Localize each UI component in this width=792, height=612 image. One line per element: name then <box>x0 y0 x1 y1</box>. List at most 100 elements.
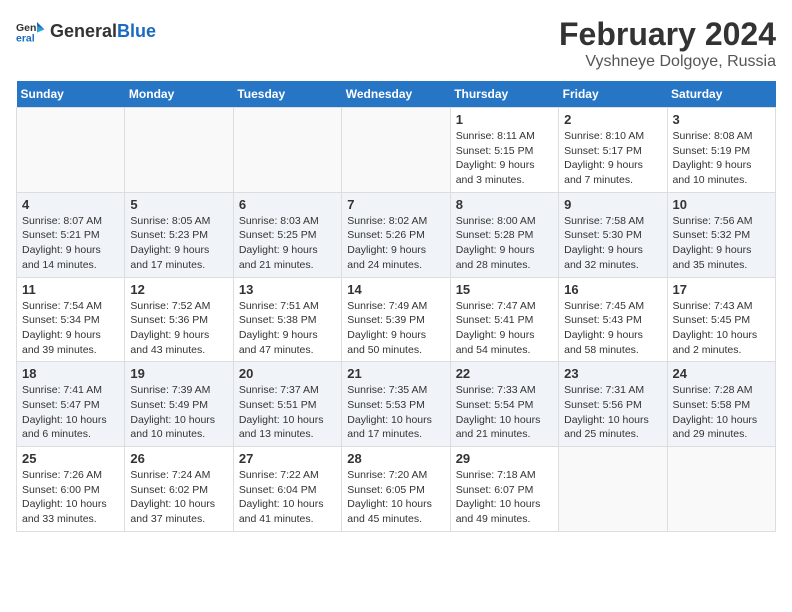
day-number: 15 <box>456 282 553 297</box>
calendar-cell: 2 Sunrise: 8:10 AM Sunset: 5:17 PM Daylig… <box>559 108 667 193</box>
day-number: 10 <box>673 197 770 212</box>
calendar-cell: 26 Sunrise: 7:24 AM Sunset: 6:02 PM Dayli… <box>125 447 233 532</box>
calendar-week-row: 18Sunrise: 7:41 AM Sunset: 5:47 PM Dayli… <box>17 362 776 447</box>
calendar-cell <box>667 447 775 532</box>
day-number: 24 <box>673 366 770 381</box>
weekday-header-saturday: Saturday <box>667 81 775 108</box>
calendar-cell: 29 Sunrise: 7:18 AM Sunset: 6:07 PM Dayli… <box>450 447 558 532</box>
day-number: 22 <box>456 366 553 381</box>
weekday-header-sunday: Sunday <box>17 81 125 108</box>
calendar-table: SundayMondayTuesdayWednesdayThursdayFrid… <box>16 81 776 532</box>
calendar-cell: 10 Sunrise: 7:56 AM Sunset: 5:32 PM Dayli… <box>667 192 775 277</box>
day-info: Sunrise: 7:31 AM Sunset: 5:56 PM Dayligh… <box>564 383 661 442</box>
day-info: Sunrise: 8:05 AM Sunset: 5:23 PM Dayligh… <box>130 214 227 273</box>
day-info: Sunrise: 7:51 AM Sunset: 5:38 PM Dayligh… <box>239 299 336 358</box>
day-info: Sunrise: 7:22 AM Sunset: 6:04 PM Dayligh… <box>239 468 336 527</box>
day-info: Sunrise: 7:26 AM Sunset: 6:00 PM Dayligh… <box>22 468 119 527</box>
day-number: 29 <box>456 451 553 466</box>
day-number: 21 <box>347 366 444 381</box>
calendar-cell: 7 Sunrise: 8:02 AM Sunset: 5:26 PM Daylig… <box>342 192 450 277</box>
calendar-cell: 13 Sunrise: 7:51 AM Sunset: 5:38 PM Dayli… <box>233 277 341 362</box>
day-info: Sunrise: 7:35 AM Sunset: 5:53 PM Dayligh… <box>347 383 444 442</box>
calendar-cell: 27Sunrise: 7:22 AM Sunset: 6:04 PM Dayli… <box>233 447 341 532</box>
weekday-header-wednesday: Wednesday <box>342 81 450 108</box>
calendar-cell: 5 Sunrise: 8:05 AM Sunset: 5:23 PM Daylig… <box>125 192 233 277</box>
day-number: 5 <box>130 197 227 212</box>
calendar-cell: 6 Sunrise: 8:03 AM Sunset: 5:25 PM Daylig… <box>233 192 341 277</box>
day-number: 26 <box>130 451 227 466</box>
day-number: 6 <box>239 197 336 212</box>
calendar-cell: 1 Sunrise: 8:11 AM Sunset: 5:15 PM Daylig… <box>450 108 558 193</box>
day-info: Sunrise: 7:33 AM Sunset: 5:54 PM Dayligh… <box>456 383 553 442</box>
day-number: 9 <box>564 197 661 212</box>
weekday-header-friday: Friday <box>559 81 667 108</box>
calendar-cell <box>125 108 233 193</box>
day-number: 19 <box>130 366 227 381</box>
day-info: Sunrise: 7:28 AM Sunset: 5:58 PM Dayligh… <box>673 383 770 442</box>
calendar-cell: 18Sunrise: 7:41 AM Sunset: 5:47 PM Dayli… <box>17 362 125 447</box>
day-number: 1 <box>456 112 553 127</box>
calendar-cell: 21 Sunrise: 7:35 AM Sunset: 5:53 PM Dayli… <box>342 362 450 447</box>
day-number: 16 <box>564 282 661 297</box>
logo: Gen eral GeneralBlue <box>16 16 156 46</box>
day-number: 3 <box>673 112 770 127</box>
main-title: February 2024 <box>559 16 776 53</box>
weekday-header-monday: Monday <box>125 81 233 108</box>
sub-title: Vyshneye Dolgoye, Russia <box>559 53 776 71</box>
calendar-cell: 25 Sunrise: 7:26 AM Sunset: 6:00 PM Dayli… <box>17 447 125 532</box>
day-info: Sunrise: 8:11 AM Sunset: 5:15 PM Dayligh… <box>456 129 553 188</box>
day-number: 7 <box>347 197 444 212</box>
calendar-cell: 3 Sunrise: 8:08 AM Sunset: 5:19 PM Daylig… <box>667 108 775 193</box>
day-info: Sunrise: 7:18 AM Sunset: 6:07 PM Dayligh… <box>456 468 553 527</box>
calendar-cell <box>233 108 341 193</box>
day-info: Sunrise: 7:37 AM Sunset: 5:51 PM Dayligh… <box>239 383 336 442</box>
day-number: 11 <box>22 282 119 297</box>
day-info: Sunrise: 8:08 AM Sunset: 5:19 PM Dayligh… <box>673 129 770 188</box>
day-number: 25 <box>22 451 119 466</box>
logo-text: GeneralBlue <box>50 21 156 42</box>
day-info: Sunrise: 7:24 AM Sunset: 6:02 PM Dayligh… <box>130 468 227 527</box>
calendar-cell: 20 Sunrise: 7:37 AM Sunset: 5:51 PM Dayli… <box>233 362 341 447</box>
day-number: 13 <box>239 282 336 297</box>
day-number: 23 <box>564 366 661 381</box>
logo-general: General <box>50 21 117 41</box>
logo-blue: Blue <box>117 21 156 41</box>
day-info: Sunrise: 7:43 AM Sunset: 5:45 PM Dayligh… <box>673 299 770 358</box>
weekday-header-tuesday: Tuesday <box>233 81 341 108</box>
day-info: Sunrise: 8:03 AM Sunset: 5:25 PM Dayligh… <box>239 214 336 273</box>
day-info: Sunrise: 7:41 AM Sunset: 5:47 PM Dayligh… <box>22 383 119 442</box>
day-info: Sunrise: 7:58 AM Sunset: 5:30 PM Dayligh… <box>564 214 661 273</box>
calendar-cell <box>559 447 667 532</box>
day-number: 2 <box>564 112 661 127</box>
day-number: 14 <box>347 282 444 297</box>
day-info: Sunrise: 8:10 AM Sunset: 5:17 PM Dayligh… <box>564 129 661 188</box>
logo-icon: Gen eral <box>16 16 46 46</box>
day-info: Sunrise: 7:56 AM Sunset: 5:32 PM Dayligh… <box>673 214 770 273</box>
calendar-week-row: 11 Sunrise: 7:54 AM Sunset: 5:34 PM Dayli… <box>17 277 776 362</box>
calendar-cell: 28Sunrise: 7:20 AM Sunset: 6:05 PM Dayli… <box>342 447 450 532</box>
calendar-cell: 15 Sunrise: 7:47 AM Sunset: 5:41 PM Dayli… <box>450 277 558 362</box>
calendar-cell: 17Sunrise: 7:43 AM Sunset: 5:45 PM Dayli… <box>667 277 775 362</box>
calendar-cell: 24 Sunrise: 7:28 AM Sunset: 5:58 PM Dayli… <box>667 362 775 447</box>
day-number: 28 <box>347 451 444 466</box>
day-info: Sunrise: 8:00 AM Sunset: 5:28 PM Dayligh… <box>456 214 553 273</box>
calendar-cell: 23 Sunrise: 7:31 AM Sunset: 5:56 PM Dayli… <box>559 362 667 447</box>
title-section: February 2024 Vyshneye Dolgoye, Russia <box>559 16 776 71</box>
calendar-cell: 19Sunrise: 7:39 AM Sunset: 5:49 PM Dayli… <box>125 362 233 447</box>
calendar-week-row: 25 Sunrise: 7:26 AM Sunset: 6:00 PM Dayli… <box>17 447 776 532</box>
day-info: Sunrise: 7:52 AM Sunset: 5:36 PM Dayligh… <box>130 299 227 358</box>
header: Gen eral GeneralBlue February 2024 Vyshn… <box>16 16 776 71</box>
weekday-header-row: SundayMondayTuesdayWednesdayThursdayFrid… <box>17 81 776 108</box>
calendar-cell <box>17 108 125 193</box>
day-info: Sunrise: 8:02 AM Sunset: 5:26 PM Dayligh… <box>347 214 444 273</box>
calendar-cell: 9 Sunrise: 7:58 AM Sunset: 5:30 PM Daylig… <box>559 192 667 277</box>
day-info: Sunrise: 7:54 AM Sunset: 5:34 PM Dayligh… <box>22 299 119 358</box>
day-number: 20 <box>239 366 336 381</box>
day-info: Sunrise: 8:07 AM Sunset: 5:21 PM Dayligh… <box>22 214 119 273</box>
calendar-cell: 11 Sunrise: 7:54 AM Sunset: 5:34 PM Dayli… <box>17 277 125 362</box>
calendar-cell: 12Sunrise: 7:52 AM Sunset: 5:36 PM Dayli… <box>125 277 233 362</box>
day-info: Sunrise: 7:47 AM Sunset: 5:41 PM Dayligh… <box>456 299 553 358</box>
day-info: Sunrise: 7:45 AM Sunset: 5:43 PM Dayligh… <box>564 299 661 358</box>
calendar-cell: 4Sunrise: 8:07 AM Sunset: 5:21 PM Daylig… <box>17 192 125 277</box>
calendar-week-row: 4Sunrise: 8:07 AM Sunset: 5:21 PM Daylig… <box>17 192 776 277</box>
